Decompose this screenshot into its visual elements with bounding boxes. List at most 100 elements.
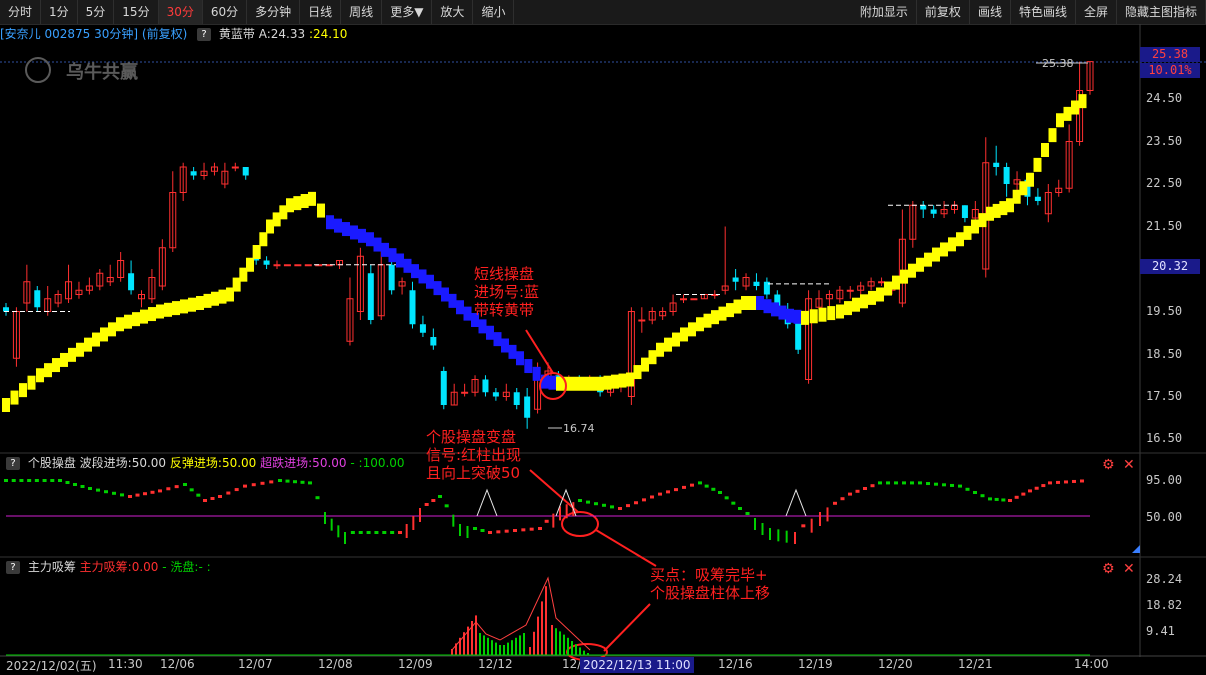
sub1-bar [594,502,598,506]
trend-band-block [580,376,588,391]
sub1-bar [902,481,906,485]
top-price-badge: 25.38 [1140,47,1200,62]
sub1-bar [4,479,8,482]
sub1-bar [174,485,179,489]
trend-band-block [403,258,412,273]
sub1-bar [11,479,16,482]
trend-band-block [1048,128,1057,143]
candle-body-down [440,371,447,405]
annotation-short-signal: 带转黄带 [474,301,534,319]
sub1-bar [544,519,549,523]
candle-body-down [34,290,41,308]
sub1-bar [666,490,670,494]
trend-band-block [963,225,972,240]
trend-band-block [10,390,19,405]
candle-body-up [846,289,854,292]
trend-band-block [603,375,612,390]
trend-band-block [703,313,712,328]
trend-band-block [441,287,449,302]
sub1-bar [894,481,898,485]
trend-band-block [180,299,188,314]
sub1-bar [1041,484,1046,488]
sub1-bar [1001,498,1006,502]
trend-band-block [860,294,868,309]
sub1-bar [234,488,239,492]
candle-body-up [283,264,291,267]
trend-band-block [388,248,397,263]
sub1-bar [150,490,155,494]
sub1-bar [73,483,77,486]
trend-band-block [1026,172,1034,187]
sub1-bar [855,489,860,493]
candle-body-down [128,273,135,291]
trend-band-block [100,327,108,342]
trend-band-block [672,332,680,347]
trend-band-block [818,307,827,322]
axis-tick-label: 16.50 [1146,431,1183,445]
candle-body-down [409,290,416,325]
candle-body-down [961,205,968,218]
sub1-bar [840,497,845,501]
kline-chart[interactable]: 乌牛共赢 25.38 16.74 短线操盘进场号:蓝带转黄带个股操盘变盘信号:红柱出现… [0,0,1206,675]
candle-body-down [1034,196,1041,201]
trend-band-block [924,252,932,267]
axis-tick-label: 18.82 [1146,598,1183,612]
sub1-bar [886,481,890,485]
candle-body-up [304,264,312,267]
trend-band-block [827,306,836,321]
cursor-time-label: 2022/12/13 11:00 [580,657,694,673]
sub1-bar [988,497,992,501]
sub1-bar [135,493,140,497]
sub1-bar [504,529,509,533]
trend-band-block [940,242,948,257]
axis-tick-label: 9.41 [1146,624,1175,638]
trend-band-block [501,338,509,353]
trend-band-block [164,302,172,317]
time-axis-label: 12/07 [238,657,273,671]
trend-band-block [718,306,727,321]
trend-band-block [771,302,779,317]
axis-tick-label: 23.50 [1146,134,1183,148]
sub1-bar [269,480,274,484]
trend-band-block [892,275,900,290]
annotation-buy-point: 个股操盘柱体上移 [650,584,770,602]
trend-band-block [334,218,342,233]
sub1-bar [480,529,485,532]
sub1-bar [1028,489,1032,493]
sub1-bar [210,497,215,500]
annotation-short-signal: 短线操盘 [474,265,534,283]
trend-band-block [300,194,309,208]
sub1-bar [293,480,297,484]
sub1-bar [366,531,371,534]
sub1-bar [1064,480,1068,484]
trend-band-block [463,306,472,321]
time-axis-label: 12/12 [478,657,513,671]
sub1-bar [848,492,852,496]
sub1-bar [196,493,201,497]
trend-band-block [396,253,404,268]
candle-body-up [878,281,886,284]
annotation-arrow-line [603,603,651,652]
trend-band-block [908,263,916,278]
sub1-bar [496,530,501,534]
sub1-bar [158,489,162,493]
trend-band-block [696,317,704,332]
sub1-bar [586,500,590,504]
sub1-bar [878,481,882,485]
trend-band-block [641,357,649,372]
trend-band-block [124,314,132,329]
sub1-bar [870,484,875,488]
sub1-bar [19,479,24,482]
trend-band-block [27,375,36,390]
trend-band-block [211,291,219,306]
trend-band-block [1078,94,1087,109]
annotation-turn-signal: 信号:红柱出现 [426,446,521,464]
trend-band-block [326,215,334,230]
sub1-bar [488,531,492,534]
sub1-bar [300,480,305,484]
sub1-bar [731,501,736,505]
candle-body-down [795,320,802,350]
high-price-marker: 25.38 [1042,57,1074,70]
sub1-bar [934,482,938,486]
annotation-arrow-line [595,529,657,567]
